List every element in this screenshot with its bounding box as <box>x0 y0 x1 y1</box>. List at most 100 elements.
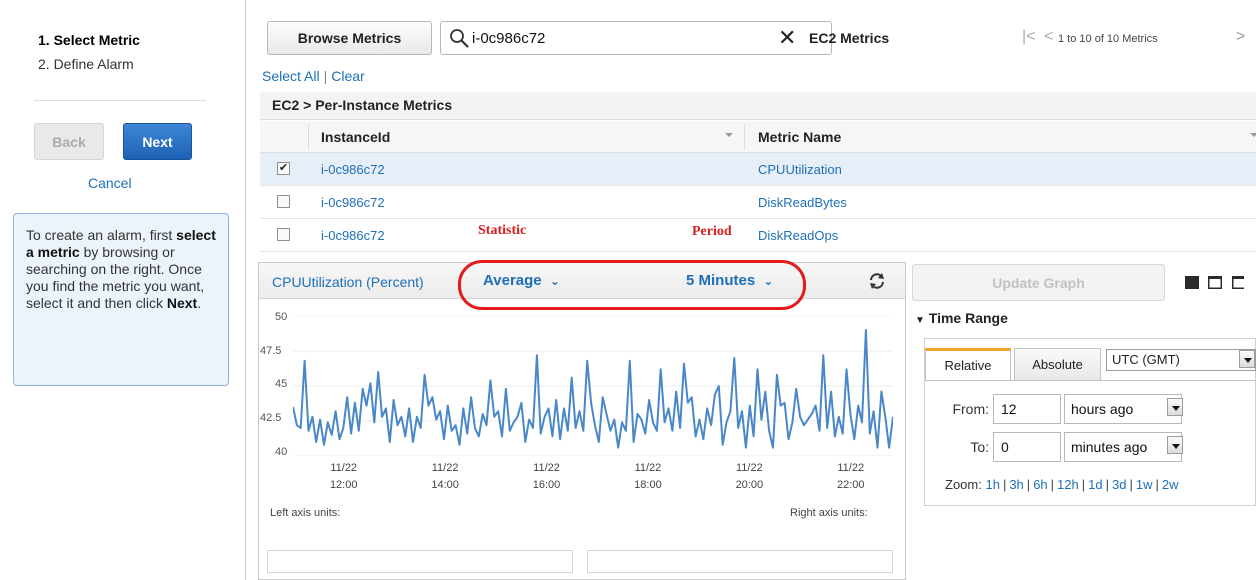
divider <box>34 100 206 101</box>
refresh-icon[interactable] <box>867 271 887 291</box>
clear-link[interactable]: Clear <box>331 68 364 84</box>
x-tick-label: 11/22 22:00 <box>821 460 881 494</box>
chevron-down-icon[interactable] <box>1167 436 1183 454</box>
help-text-next: Next <box>166 295 198 311</box>
table-header: InstanceId Metric Name <box>260 121 1256 153</box>
x-tick-time: 22:00 <box>836 479 865 491</box>
x-tick-date: 11/22 <box>634 462 662 474</box>
column-header-instanceid[interactable]: InstanceId <box>321 129 390 145</box>
tab-relative[interactable]: Relative <box>925 348 1011 380</box>
help-text-suffix: . <box>197 295 202 311</box>
x-tick-time: 14:00 <box>431 479 459 491</box>
selection-links: Select All | Clear <box>262 68 365 84</box>
right-axis-units-input[interactable] <box>587 550 893 573</box>
first-page-icon[interactable]: |< <box>1022 28 1036 46</box>
left-axis-units-input[interactable] <box>267 550 573 573</box>
zoom-1d[interactable]: 1d <box>1088 477 1102 492</box>
x-tick-time: 12:00 <box>329 479 358 491</box>
highlight-annotation <box>458 260 806 310</box>
chevron-down-icon[interactable] <box>1239 350 1255 368</box>
separator: | <box>323 68 328 84</box>
x-tick-date: 11/22 <box>837 462 865 474</box>
prev-page-icon[interactable]: < <box>1044 28 1053 46</box>
zoom-1w[interactable]: 1w <box>1136 477 1153 492</box>
help-text-prefix: To create an alarm, first <box>26 227 177 243</box>
from-value-input[interactable]: 12 <box>993 394 1061 424</box>
next-button[interactable]: Next <box>123 123 192 160</box>
right-axis-units-label: Right axis units: <box>790 507 868 519</box>
close-icon[interactable]: ✕ <box>778 27 796 49</box>
triangle-down-icon: ▼ <box>915 315 925 326</box>
separator: | <box>1002 477 1007 492</box>
y-tick-label: 45 <box>275 378 288 390</box>
update-graph-button[interactable]: Update Graph <box>912 264 1165 301</box>
search-input[interactable] <box>472 26 772 50</box>
from-unit-select[interactable]: hours ago <box>1064 394 1182 424</box>
column-divider <box>744 124 745 150</box>
table-row[interactable]: i-0c986c72 DiskReadBytes <box>260 186 1256 219</box>
cancel-link[interactable]: Cancel <box>88 175 132 191</box>
timezone-select[interactable]: UTC (GMT) <box>1106 349 1256 371</box>
step-select-metric: 1. Select Metric <box>38 32 140 48</box>
sort-arrow-icon[interactable] <box>725 133 733 137</box>
table-row[interactable]: i-0c986c72 DiskReadOps <box>260 219 1256 252</box>
pager-text: 1 to 10 of 10 Metrics <box>1058 33 1158 45</box>
x-tick-label: 11/22 20:00 <box>719 460 779 494</box>
tab-absolute[interactable]: Absolute <box>1014 348 1101 380</box>
next-page-icon[interactable]: > <box>1236 28 1245 46</box>
y-tick-label: 47.5 <box>260 345 282 357</box>
separator: | <box>1155 477 1159 492</box>
instance-id-cell[interactable]: i-0c986c72 <box>321 195 385 210</box>
metric-name-cell[interactable]: DiskReadOps <box>758 228 838 243</box>
x-tick-time: 18:00 <box>634 479 662 491</box>
time-range-toggle[interactable]: ▼ Time Range <box>915 310 1008 326</box>
x-tick-label: 11/22 14:00 <box>415 460 475 494</box>
row-checkbox[interactable]: ✔ <box>277 162 290 175</box>
chevron-down-icon[interactable] <box>1167 398 1183 416</box>
statistic-annotation: Statistic <box>478 223 527 238</box>
x-tick-time: 16:00 <box>532 479 561 491</box>
browse-metrics-button[interactable]: Browse Metrics <box>267 21 432 55</box>
zoom-label: Zoom: <box>945 477 982 492</box>
x-tick-date: 11/22 <box>330 462 358 474</box>
zoom-2w[interactable]: 2w <box>1162 477 1179 492</box>
instance-id-cell[interactable]: i-0c986c72 <box>321 162 385 177</box>
breadcrumb: EC2 > Per-Instance Metrics <box>260 92 1256 120</box>
x-tick-label: 11/22 18:00 <box>618 460 678 494</box>
sort-arrow-icon[interactable] <box>1250 133 1256 137</box>
split-graph-layout-icon[interactable] <box>1232 276 1244 289</box>
select-all-link[interactable]: Select All <box>262 68 320 84</box>
single-graph-layout-icon[interactable] <box>1185 276 1199 289</box>
graph-title: CPUUtilization (Percent) <box>272 274 424 290</box>
search-box[interactable]: ✕ <box>440 21 832 55</box>
separator: | <box>1129 477 1133 492</box>
y-tick-label: 40 <box>275 446 288 458</box>
double-graph-layout-icon[interactable] <box>1208 276 1222 289</box>
to-value-input[interactable]: 0 <box>993 432 1061 462</box>
left-axis-units-label: Left axis units: <box>270 507 341 519</box>
x-tick-date: 11/22 <box>533 462 560 474</box>
column-header-metric-name[interactable]: Metric Name <box>758 129 841 145</box>
x-tick-label: 11/22 12:00 <box>314 460 374 494</box>
x-tick-time: 20:00 <box>735 479 764 491</box>
table-row[interactable]: ✔ i-0c986c72 CPUUtilization <box>260 153 1256 186</box>
zoom-12h[interactable]: 12h <box>1057 477 1079 492</box>
back-button[interactable]: Back <box>34 123 104 160</box>
time-range-label: Time Range <box>928 310 1008 326</box>
zoom-6h[interactable]: 6h <box>1033 477 1047 492</box>
line-chart <box>293 316 893 456</box>
help-box: To create an alarm, first select a metri… <box>13 213 229 386</box>
x-tick-date: 11/22 <box>431 462 459 474</box>
metric-name-cell[interactable]: CPUUtilization <box>758 162 842 177</box>
separator: | <box>1105 477 1109 492</box>
zoom-1h[interactable]: 1h <box>985 477 999 492</box>
to-unit-select[interactable]: minutes ago <box>1064 432 1182 462</box>
column-divider <box>308 124 309 150</box>
from-label: From: <box>952 401 989 417</box>
zoom-3h[interactable]: 3h <box>1009 477 1023 492</box>
instance-id-cell[interactable]: i-0c986c72 <box>321 228 385 243</box>
row-checkbox[interactable] <box>277 195 290 208</box>
zoom-3d[interactable]: 3d <box>1112 477 1126 492</box>
row-checkbox[interactable] <box>277 228 290 241</box>
metric-name-cell[interactable]: DiskReadBytes <box>758 195 847 210</box>
